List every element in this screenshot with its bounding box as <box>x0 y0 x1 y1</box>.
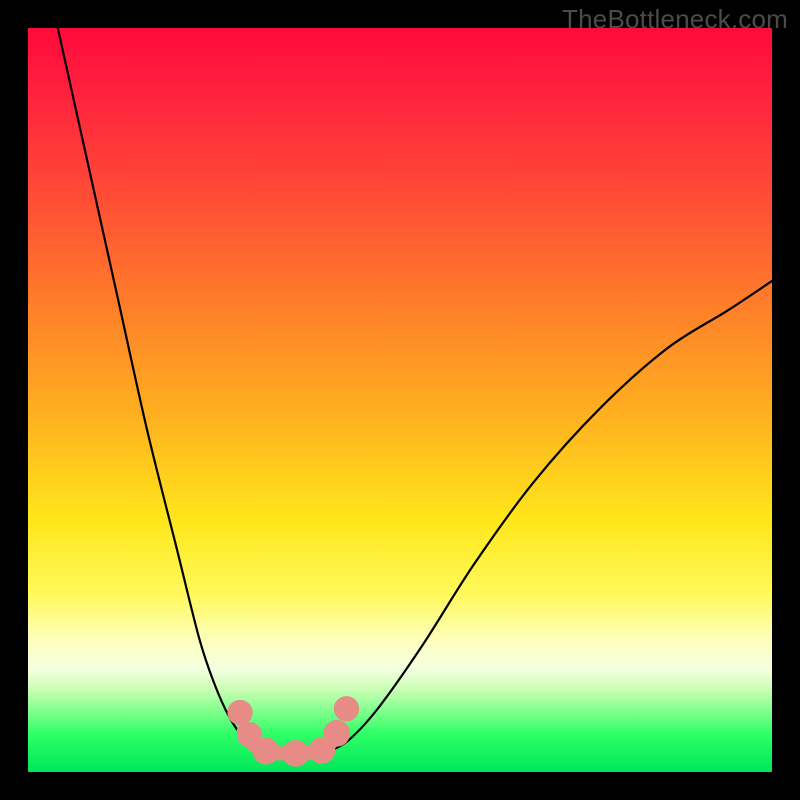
series-left-curve <box>58 28 266 753</box>
marker-trough-marker-b <box>282 740 309 767</box>
marker-right-marker-a <box>323 720 350 747</box>
watermark-text: TheBottleneck.com <box>562 4 788 35</box>
marker-left-marker-a <box>227 700 252 725</box>
curve-layer <box>28 28 772 772</box>
series-right-curve <box>326 281 772 753</box>
marker-trough-marker-a <box>253 738 280 765</box>
chart-frame: TheBottleneck.com <box>0 0 800 800</box>
marker-right-marker-b <box>334 696 359 721</box>
